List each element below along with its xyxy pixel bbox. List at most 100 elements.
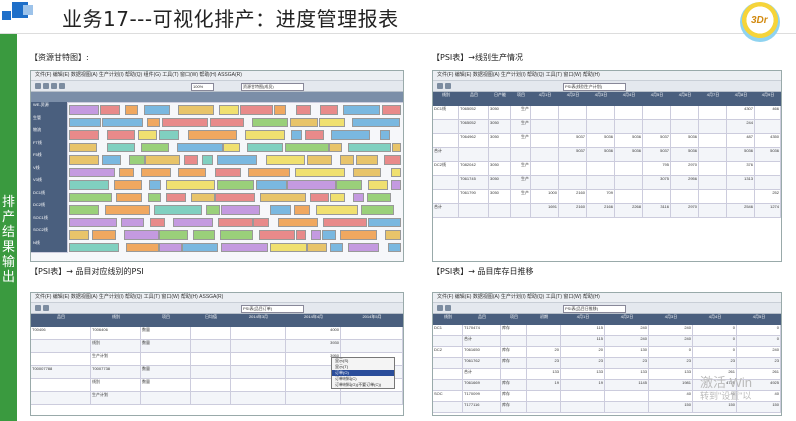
gantt-task-bar[interactable]: [316, 205, 359, 215]
column-header[interactable]: 4月5日: [643, 92, 672, 107]
gantt-task-bar[interactable]: [158, 130, 180, 140]
gantt-task-bar[interactable]: [330, 130, 371, 140]
gantt-task-bar[interactable]: [140, 167, 171, 177]
gantt-task-bar[interactable]: [177, 167, 206, 177]
gantt-task-bar[interactable]: [347, 142, 391, 152]
gantt-task-bar[interactable]: [124, 105, 138, 115]
gantt-task-bar[interactable]: [220, 242, 269, 252]
gantt-task-bar[interactable]: [295, 167, 345, 177]
column-header[interactable]: 4月9日: [755, 92, 781, 107]
gantt-task-bar[interactable]: [382, 105, 401, 115]
gantt-task-bar[interactable]: [340, 155, 354, 165]
column-header[interactable]: 4月8日: [727, 92, 756, 107]
gantt-task-bar[interactable]: [293, 205, 311, 215]
gantt-task-bar[interactable]: [251, 117, 288, 127]
gantt-task-bar[interactable]: [307, 242, 328, 252]
gantt-task-bar[interactable]: [278, 217, 319, 227]
gantt-task-bar[interactable]: [320, 105, 338, 115]
gantt-task-bar[interactable]: [355, 155, 378, 165]
gantt-task-bar[interactable]: [159, 230, 188, 240]
zoom-select[interactable]: 100%: [191, 83, 214, 91]
view-select[interactable]: PSI表(品目订单): [241, 305, 304, 313]
gantt-task-bar[interactable]: [221, 205, 260, 215]
gantt-task-bar[interactable]: [296, 105, 311, 115]
psi-line-table[interactable]: 线别 品目 日产能 项目 4月1日 4月2日 4月3日 4月4日 4月5日 4月6日 4月7日 4月8…: [433, 92, 781, 261]
gantt-task-bar[interactable]: [162, 117, 208, 127]
save-icon[interactable]: [445, 305, 451, 311]
gantt-task-bar[interactable]: [126, 242, 160, 252]
gantt-task-bar[interactable]: [390, 180, 401, 190]
gantt-task-bar[interactable]: [102, 117, 144, 127]
gantt-task-bar[interactable]: [220, 230, 254, 240]
gantt-task-bar[interactable]: [290, 130, 302, 140]
gantt-task-bar[interactable]: [165, 180, 216, 190]
gantt-task-bar[interactable]: [223, 142, 240, 152]
gantt-task-bar[interactable]: [336, 180, 362, 190]
gantt-task-bar[interactable]: [69, 105, 99, 115]
gantt-task-bar[interactable]: [106, 142, 135, 152]
gantt-task-bar[interactable]: [219, 105, 239, 115]
gantt-task-bar[interactable]: [216, 180, 254, 190]
gantt-task-bar[interactable]: [69, 142, 97, 152]
gantt-task-bar[interactable]: [149, 217, 165, 227]
new-icon[interactable]: [437, 83, 443, 89]
column-header[interactable]: 线别: [433, 92, 460, 107]
gantt-task-bar[interactable]: [258, 230, 296, 240]
column-header[interactable]: 4月3日: [587, 92, 616, 107]
gantt-task-bar[interactable]: [353, 167, 381, 177]
gantt-task-bar[interactable]: [328, 142, 343, 152]
view-select[interactable]: 资源甘特图(成员): [241, 83, 304, 91]
column-header[interactable]: 线别: [91, 314, 142, 328]
column-header[interactable]: 2014年4月: [286, 314, 342, 328]
gantt-task-bar[interactable]: [149, 180, 162, 190]
gantt-task-bar[interactable]: [154, 205, 203, 215]
context-menu-item[interactable]: 订单材料(G)(不要订单(C)): [332, 382, 394, 388]
gantt-task-bar[interactable]: [120, 217, 145, 227]
gantt-task-bar[interactable]: [260, 192, 307, 202]
gantt-task-bar[interactable]: [92, 230, 117, 240]
gantt-task-bar[interactable]: [383, 155, 401, 165]
gantt-task-bar[interactable]: [146, 117, 160, 127]
gantt-task-bar[interactable]: [182, 242, 218, 252]
gantt-task-bar[interactable]: [353, 192, 365, 202]
gantt-task-bar[interactable]: [265, 155, 305, 165]
gantt-task-bar[interactable]: [69, 230, 89, 240]
gantt-task-bar[interactable]: [69, 117, 101, 127]
gantt-task-bar[interactable]: [143, 105, 171, 115]
gantt-task-bar[interactable]: [248, 167, 290, 177]
gantt-task-bar[interactable]: [269, 242, 308, 252]
gantt-task-bar[interactable]: [253, 217, 270, 227]
gantt-task-bar[interactable]: [119, 167, 135, 177]
gantt-task-bar[interactable]: [379, 130, 391, 140]
gantt-task-bar[interactable]: [367, 192, 392, 202]
column-header[interactable]: 4月4日: [615, 92, 644, 107]
gantt-task-bar[interactable]: [191, 192, 215, 202]
new-icon[interactable]: [437, 305, 443, 311]
gantt-task-bar[interactable]: [183, 155, 199, 165]
gantt-task-bar[interactable]: [218, 217, 253, 227]
gantt-task-bar[interactable]: [296, 230, 307, 240]
save-icon[interactable]: [51, 83, 57, 89]
column-header[interactable]: 日均值: [191, 314, 232, 328]
gantt-task-bar[interactable]: [343, 105, 381, 115]
gantt-task-bar[interactable]: [114, 180, 142, 190]
gantt-task-bar[interactable]: [322, 230, 336, 240]
column-header[interactable]: 品目: [459, 92, 490, 107]
gantt-task-bar[interactable]: [318, 117, 346, 127]
new-icon[interactable]: [35, 83, 41, 89]
gantt-task-bar[interactable]: [144, 155, 180, 165]
gantt-task-bar[interactable]: [310, 192, 330, 202]
gantt-task-bar[interactable]: [305, 130, 324, 140]
gantt-task-bar[interactable]: [388, 242, 401, 252]
gantt-task-bar[interactable]: [115, 192, 143, 202]
gantt-task-bar[interactable]: [307, 155, 332, 165]
gantt-task-bar[interactable]: [69, 192, 113, 202]
gantt-task-bar[interactable]: [310, 230, 322, 240]
gantt-task-bar[interactable]: [368, 180, 388, 190]
column-header[interactable]: 项目: [141, 314, 192, 328]
gantt-task-bar[interactable]: [360, 205, 395, 215]
gantt-task-bar[interactable]: [274, 105, 287, 115]
gantt-task-bar[interactable]: [107, 130, 136, 140]
gantt-task-bar[interactable]: [69, 205, 99, 215]
gantt-task-bar[interactable]: [137, 130, 158, 140]
